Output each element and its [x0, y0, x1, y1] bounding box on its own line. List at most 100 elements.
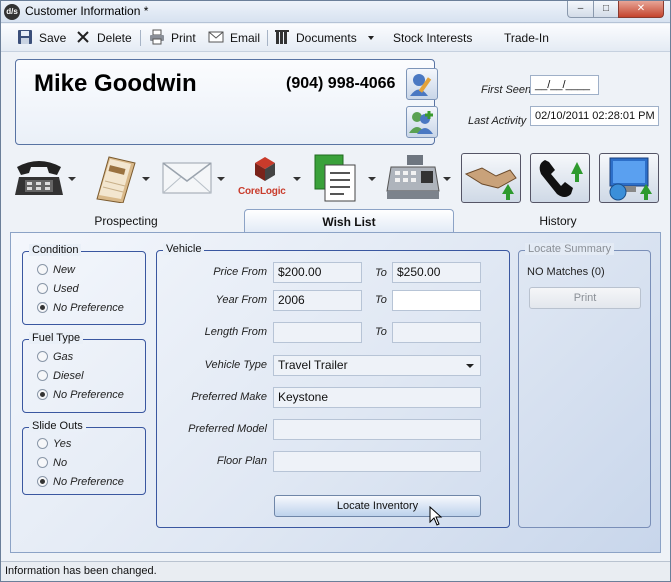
condition-no-preference-radio[interactable]: No Preference	[37, 302, 124, 314]
window-title: Customer Information *	[25, 4, 149, 18]
summary-print-button[interactable]: Print	[529, 287, 641, 309]
fuel-no-preference-radio[interactable]: No Preference	[37, 389, 124, 401]
vehicle-title: Vehicle	[163, 243, 205, 255]
print-label: Print	[171, 31, 196, 45]
customer-phone: (904) 998-4066	[286, 75, 396, 92]
locate-summary-title: Locate Summary	[525, 243, 615, 255]
locate-inventory-button[interactable]: Locate Inventory	[274, 495, 481, 517]
documents-icon	[275, 30, 289, 44]
delete-label: Delete	[97, 31, 132, 45]
length-to-input[interactable]	[392, 322, 481, 343]
year-from-label: Year From	[215, 294, 267, 306]
web-upload-button[interactable]	[599, 153, 659, 203]
phone-action-button[interactable]	[11, 153, 67, 205]
preferred-model-input[interactable]	[273, 419, 481, 440]
toolbar-separator	[267, 30, 268, 46]
email-dropdown-arrow[interactable]	[217, 177, 225, 181]
corelogic-action-button[interactable]: CoreLogic	[235, 153, 295, 205]
computer-globe-icon	[609, 157, 652, 201]
call-upload-button[interactable]	[530, 153, 590, 203]
chevron-down-icon	[368, 36, 375, 40]
print-button[interactable]: Print	[149, 29, 196, 47]
floor-plan-label: Floor Plan	[216, 455, 267, 467]
slide-outs-yes-label: Yes	[53, 438, 72, 450]
envelope-icon	[162, 162, 212, 194]
documents-dropdown[interactable]: Documents	[274, 29, 375, 47]
price-from-label: Price From	[213, 266, 267, 278]
tab-prospecting[interactable]: Prospecting	[11, 209, 241, 233]
maximize-button[interactable]: □	[593, 1, 619, 18]
customer-header-panel: Mike Goodwin (904) 998-4066	[15, 59, 438, 145]
email-label: Email	[230, 31, 261, 45]
save-button[interactable]: Save	[17, 29, 66, 47]
slide-outs-group: Slide Outs Yes No No Preference	[22, 420, 146, 495]
desk-phone-icon	[15, 161, 63, 195]
note-dropdown-arrow[interactable]	[142, 177, 150, 181]
mouse-cursor-icon	[429, 506, 443, 526]
length-to-label: To	[375, 326, 387, 338]
toolbar: Save Delete Print Email Documents Stock …	[1, 24, 670, 52]
first-seen-field[interactable]: __/__/____	[530, 75, 599, 95]
radio-checked-icon	[37, 302, 48, 313]
last-activity-field: 02/10/2011 02:28:01 PM	[530, 106, 659, 126]
chevron-down-icon	[466, 364, 474, 368]
condition-new-label: New	[53, 264, 76, 276]
handshake-deal-button[interactable]	[461, 153, 521, 203]
fuel-gas-radio[interactable]: Gas	[37, 351, 73, 363]
trade-in-button[interactable]: Trade-In	[504, 29, 549, 47]
radio-icon	[37, 370, 48, 381]
cash-register-icon	[386, 155, 440, 199]
minimize-button[interactable]: –	[567, 1, 594, 18]
price-to-label: To	[375, 267, 387, 279]
preferred-make-input[interactable]: Keystone	[273, 387, 481, 408]
condition-new-radio[interactable]: New	[37, 264, 75, 276]
stock-interests-button[interactable]: Stock Interests	[393, 29, 472, 47]
slide-outs-no-preference-label: No Preference	[53, 476, 124, 488]
corelogic-dropdown-arrow[interactable]	[293, 177, 301, 181]
tab-wish-list[interactable]: Wish List	[244, 209, 454, 233]
cash-register-action-button[interactable]	[385, 153, 441, 205]
customer-information-window: d/s Customer Information * – □ ✕ Save De…	[0, 0, 671, 582]
cash-register-dropdown-arrow[interactable]	[443, 177, 451, 181]
title-bar[interactable]: d/s Customer Information * – □ ✕	[1, 1, 670, 23]
email-button[interactable]: Email	[208, 29, 260, 47]
radio-icon	[37, 283, 48, 294]
condition-used-radio[interactable]: Used	[37, 283, 79, 295]
price-from-input[interactable]: $200.00	[273, 262, 362, 283]
radio-icon	[37, 351, 48, 362]
fuel-type-group: Fuel Type Gas Diesel No Preference	[22, 332, 146, 413]
wish-list-panel: Condition New Used No Preference Fuel Ty…	[10, 232, 661, 553]
slide-outs-title: Slide Outs	[29, 420, 86, 432]
vehicle-type-select[interactable]: Travel Trailer	[273, 355, 481, 376]
slide-outs-no-preference-radio[interactable]: No Preference	[37, 476, 124, 488]
slide-outs-yes-radio[interactable]: Yes	[37, 438, 71, 450]
delete-x-icon	[77, 31, 89, 43]
documents-label: Documents	[296, 31, 357, 45]
year-to-input[interactable]	[392, 290, 481, 311]
slide-outs-no-radio[interactable]: No	[37, 457, 67, 469]
edit-contact-icon	[410, 74, 432, 96]
fuel-diesel-radio[interactable]: Diesel	[37, 370, 84, 382]
edit-contact-button[interactable]	[406, 68, 438, 100]
documents-action-button[interactable]	[311, 153, 363, 205]
year-from-input[interactable]: 2006	[273, 290, 362, 311]
delete-button[interactable]: Delete	[75, 29, 132, 47]
floor-plan-input[interactable]	[273, 451, 481, 472]
condition-title: Condition	[29, 244, 82, 256]
documents-copy-icon	[314, 154, 356, 202]
radio-checked-icon	[37, 389, 48, 400]
documents-dropdown-arrow[interactable]	[368, 177, 376, 181]
close-button[interactable]: ✕	[618, 1, 664, 18]
length-from-label: Length From	[204, 326, 267, 338]
preferred-make-label: Preferred Make	[191, 391, 267, 403]
tab-history[interactable]: History	[457, 209, 659, 233]
phone-dropdown-arrow[interactable]	[68, 177, 76, 181]
notebook-icon	[96, 156, 136, 204]
save-icon	[18, 30, 32, 44]
length-from-input[interactable]	[273, 322, 362, 343]
note-action-button[interactable]	[87, 153, 139, 205]
add-contact-button[interactable]	[406, 106, 438, 138]
email-action-button[interactable]	[161, 153, 213, 205]
price-to-input[interactable]: $250.00	[392, 262, 481, 283]
fuel-no-preference-label: No Preference	[53, 389, 124, 401]
